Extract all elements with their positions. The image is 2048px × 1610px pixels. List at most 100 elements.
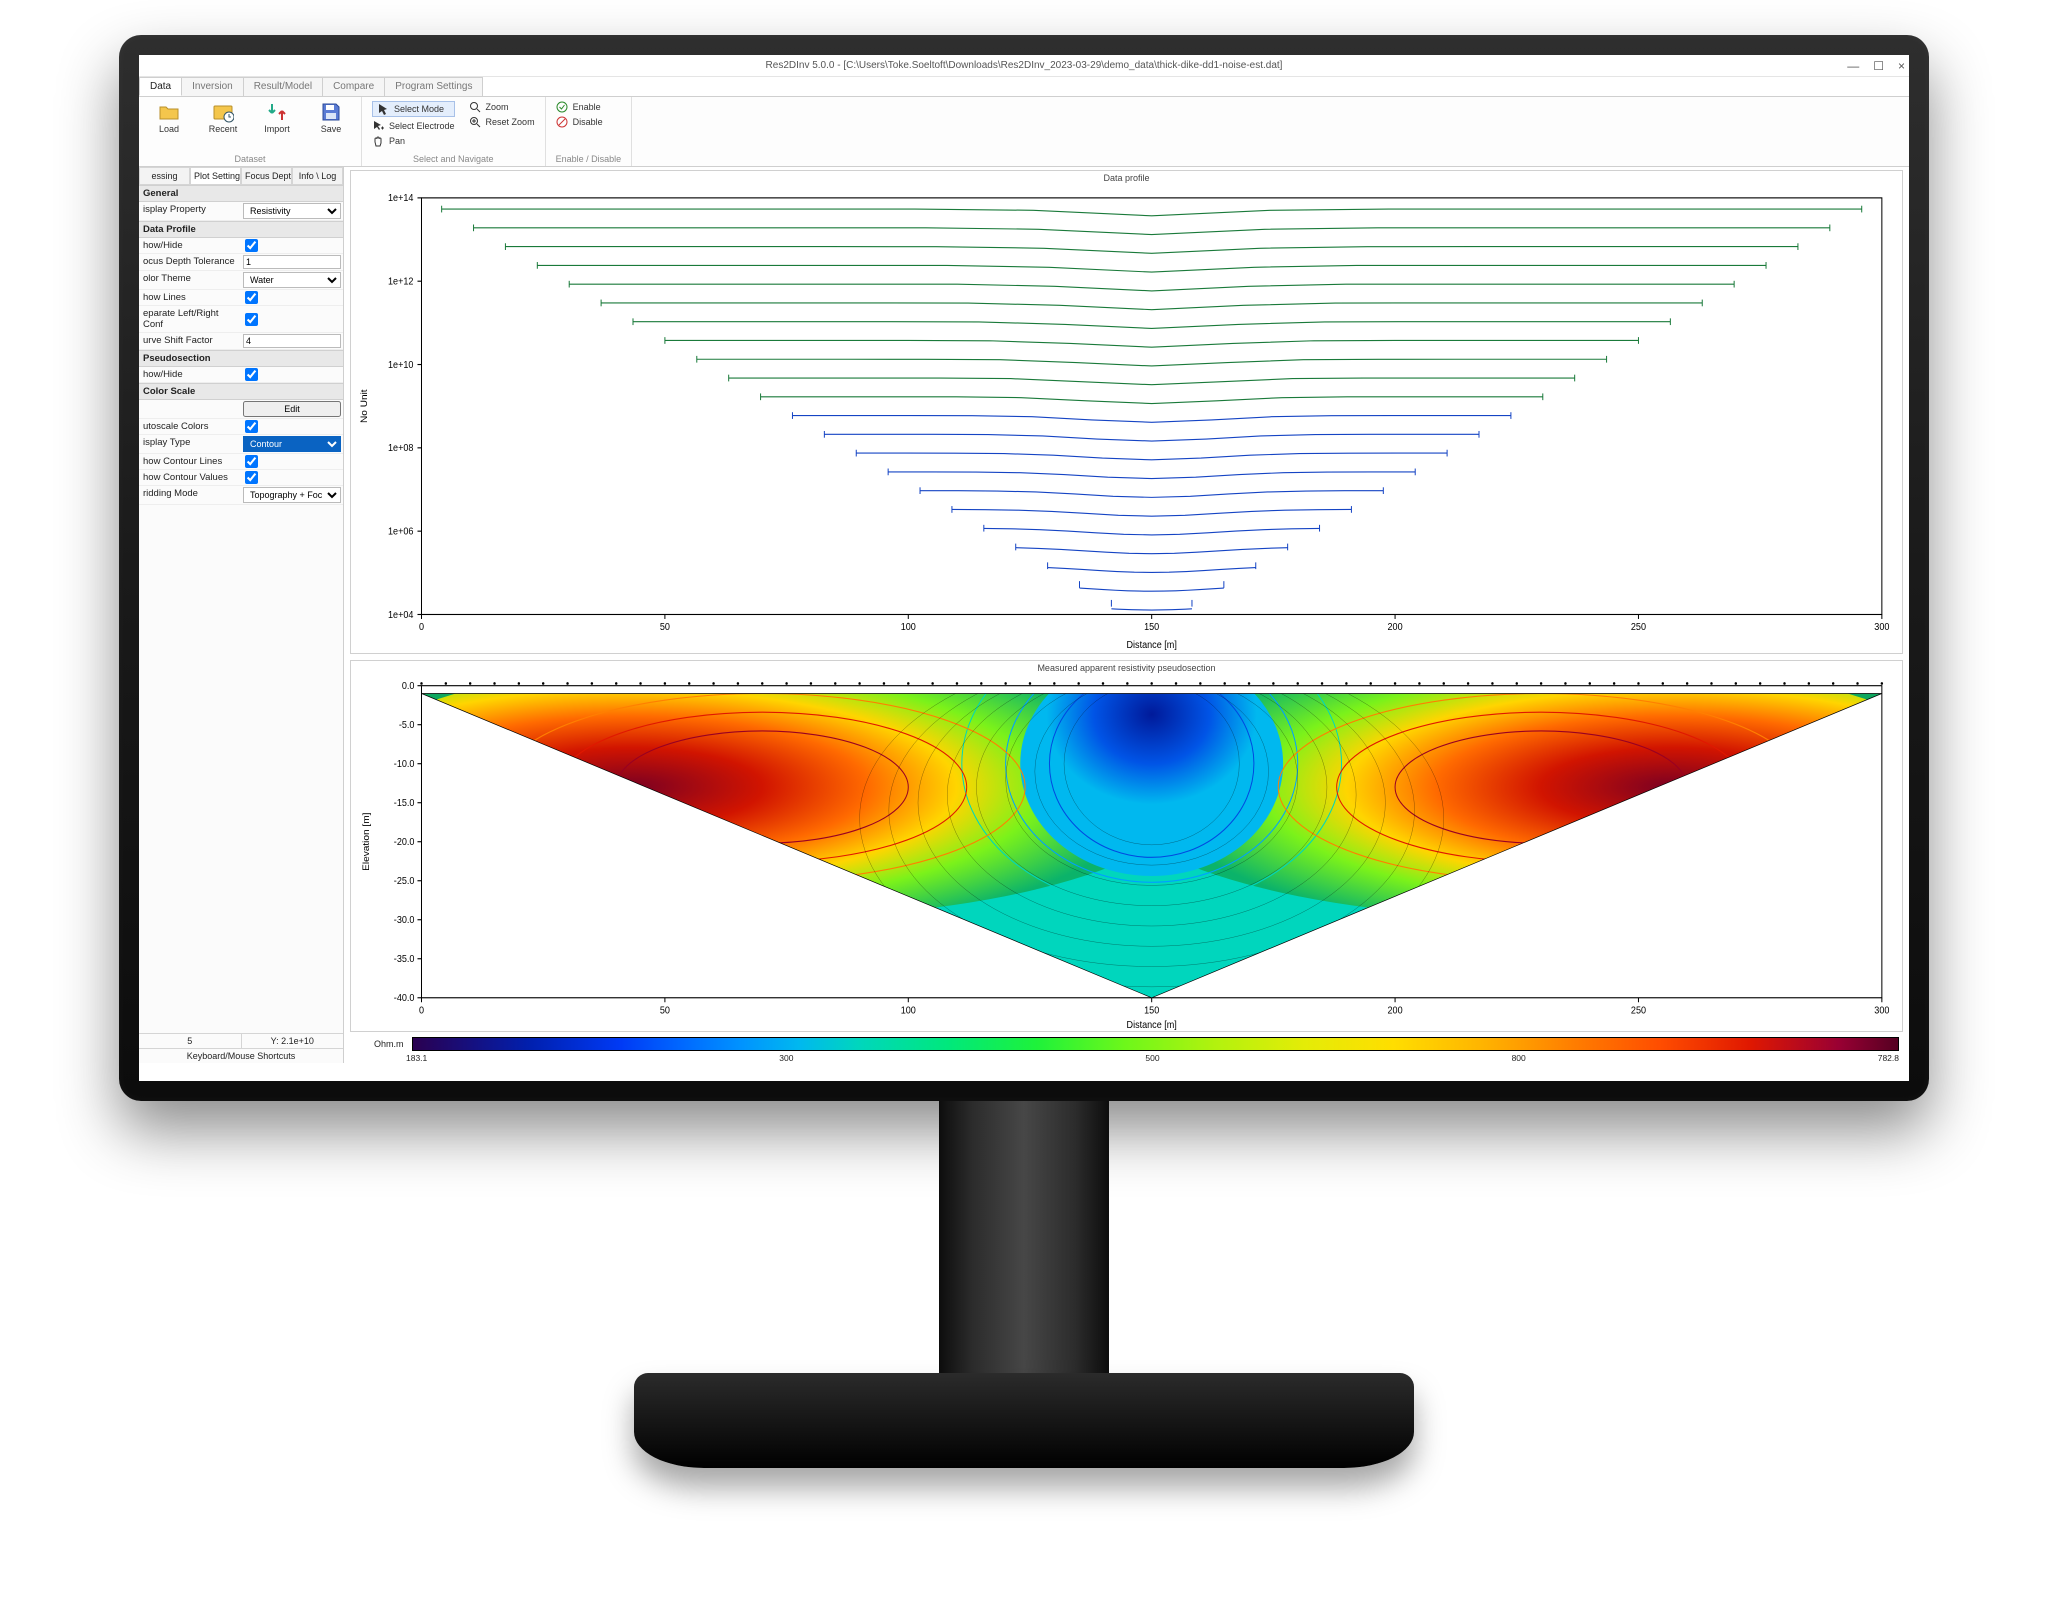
ribbon-group-label: Enable / Disable [556, 154, 622, 164]
data-profile-svg: 050100150200250300Distance [m]1e+041e+06… [351, 171, 1902, 653]
svg-text:-40.0: -40.0 [394, 992, 415, 1004]
sidebar-tab-processing[interactable]: essing [139, 167, 190, 184]
chart-pseudosection[interactable]: Measured apparent resistivity pseudosect… [350, 660, 1903, 1032]
show-contour-lines-checkbox[interactable] [245, 455, 258, 468]
svg-text:-5.0: -5.0 [399, 719, 415, 731]
sidebar-tabs: essing Plot Settings Focus Depths Info \… [139, 167, 343, 185]
show-lines-checkbox[interactable] [245, 291, 258, 304]
prop-display-property: isplay Property [139, 202, 241, 220]
svg-text:-35.0: -35.0 [394, 953, 415, 965]
prop-show-contour-lines: how Contour Lines [139, 454, 241, 469]
pan-button[interactable]: Pan [372, 135, 455, 147]
monitor-stand-neck [939, 1101, 1109, 1381]
ribbon: Load Recent Import Save [139, 97, 1909, 167]
disable-button[interactable]: Disable [556, 116, 603, 128]
sidebar-tab-focus-depths[interactable]: Focus Depths [241, 167, 292, 184]
select-electrode-button[interactable]: Select Electrode [372, 120, 455, 132]
load-button[interactable]: Load [149, 101, 189, 134]
hand-icon [372, 135, 384, 147]
svg-text:-25.0: -25.0 [394, 875, 415, 887]
svg-text:-15.0: -15.0 [394, 797, 415, 809]
window-minimize-button[interactable]: — [1847, 55, 1859, 77]
tab-data[interactable]: Data [139, 77, 182, 96]
tab-compare[interactable]: Compare [322, 77, 385, 96]
ribbon-group-enable-disable: Enable Disable Enable / Disable [546, 97, 633, 166]
curve-shift-input[interactable] [243, 334, 341, 348]
svg-text:300: 300 [1874, 1005, 1889, 1017]
section-general: General [139, 185, 343, 202]
monitor-frame: Res2DInv 5.0.0 - [C:\Users\Toke.Soeltoft… [119, 35, 1929, 1468]
check-circle-icon [556, 101, 568, 113]
prohibit-circle-icon [556, 116, 568, 128]
sep-lr-checkbox[interactable] [245, 313, 258, 326]
colorbar-track [412, 1037, 1899, 1051]
cursor-plus-icon [372, 120, 384, 132]
prop-display-type: isplay Type [139, 435, 241, 453]
autoscale-checkbox[interactable] [245, 420, 258, 433]
svg-text:-20.0: -20.0 [394, 836, 415, 848]
prop-curve-shift: urve Shift Factor [139, 333, 241, 349]
gridding-mode-select[interactable]: Topography + Focus Points [243, 487, 341, 503]
main-tabstrip: Data Inversion Result/Model Compare Prog… [139, 77, 1909, 97]
section-color-scale: Color Scale [139, 383, 343, 400]
prop-show-hide-2: how/Hide [139, 367, 241, 382]
reset-zoom-button[interactable]: Reset Zoom [469, 116, 535, 128]
tab-inversion[interactable]: Inversion [181, 77, 244, 96]
select-mode-button[interactable]: Select Mode [372, 101, 455, 117]
svg-text:250: 250 [1631, 1005, 1646, 1017]
monitor-bezel: Res2DInv 5.0.0 - [C:\Users\Toke.Soeltoft… [119, 35, 1929, 1101]
tab-program-settings[interactable]: Program Settings [384, 77, 483, 96]
prop-show-hide: how/Hide [139, 238, 241, 253]
title-bar: Res2DInv 5.0.0 - [C:\Users\Toke.Soeltoft… [139, 55, 1909, 77]
color-theme-select[interactable]: Water [243, 272, 341, 288]
section-pseudosection: Pseudosection [139, 350, 343, 367]
screen: Res2DInv 5.0.0 - [C:\Users\Toke.Soeltoft… [139, 55, 1909, 1081]
svg-text:-10.0: -10.0 [394, 758, 415, 770]
tab-result[interactable]: Result/Model [243, 77, 323, 96]
svg-text:-30.0: -30.0 [394, 914, 415, 926]
property-grid: General isplay PropertyResistivity Data … [139, 185, 343, 1033]
status-x: 5 [139, 1034, 242, 1048]
zoom-button[interactable]: Zoom [469, 101, 535, 113]
svg-text:200: 200 [1388, 1005, 1403, 1017]
monitor-stand-base [634, 1373, 1414, 1468]
focus-depth-tol-input[interactable] [243, 255, 341, 269]
prop-gridding-mode: ridding Mode [139, 486, 241, 504]
zoom-icon [469, 101, 481, 113]
show-contour-values-checkbox[interactable] [245, 471, 258, 484]
svg-text:200: 200 [1388, 622, 1403, 634]
window-close-button[interactable]: × [1898, 55, 1905, 77]
keyboard-shortcuts-link[interactable]: Keyboard/Mouse Shortcuts [139, 1048, 343, 1063]
prop-autoscale: utoscale Colors [139, 419, 241, 434]
color-scale-edit-button[interactable]: Edit [243, 401, 341, 417]
folder-open-icon [158, 101, 180, 123]
cursor-icon [377, 103, 389, 115]
ribbon-group-label: Dataset [149, 154, 351, 164]
save-disk-icon [320, 101, 342, 123]
window-maximize-button[interactable]: ☐ [1873, 55, 1884, 77]
section-data-profile: Data Profile [139, 221, 343, 238]
show-hide-1-checkbox[interactable] [245, 239, 258, 252]
svg-text:1e+08: 1e+08 [388, 443, 413, 455]
pseudosection-svg: 050100150200250300Distance [m]-40.0-35.0… [351, 661, 1902, 1031]
prop-show-lines: how Lines [139, 290, 241, 305]
svg-text:1e+12: 1e+12 [388, 276, 413, 288]
sidebar-tab-plot-settings[interactable]: Plot Settings [190, 167, 241, 184]
chart-data-profile[interactable]: Data profile 050100150200250300Distance … [350, 170, 1903, 654]
svg-text:100: 100 [901, 622, 916, 634]
display-property-select[interactable]: Resistivity [243, 203, 341, 219]
display-type-select[interactable]: Contour [243, 436, 341, 452]
svg-text:No Unit: No Unit [360, 389, 370, 423]
svg-text:1e+04: 1e+04 [388, 609, 414, 621]
sidebar-tab-info-log[interactable]: Info \ Log [292, 167, 343, 184]
recent-button[interactable]: Recent [203, 101, 243, 134]
svg-text:1e+06: 1e+06 [388, 526, 413, 538]
ribbon-group-label: Select and Navigate [372, 154, 535, 164]
enable-button[interactable]: Enable [556, 101, 603, 113]
save-button[interactable]: Save [311, 101, 351, 134]
svg-text:1e+10: 1e+10 [388, 359, 413, 371]
chart-title: Data profile [351, 173, 1902, 183]
body: essing Plot Settings Focus Depths Info \… [139, 167, 1909, 1063]
import-button[interactable]: Import [257, 101, 297, 134]
show-hide-2-checkbox[interactable] [245, 368, 258, 381]
